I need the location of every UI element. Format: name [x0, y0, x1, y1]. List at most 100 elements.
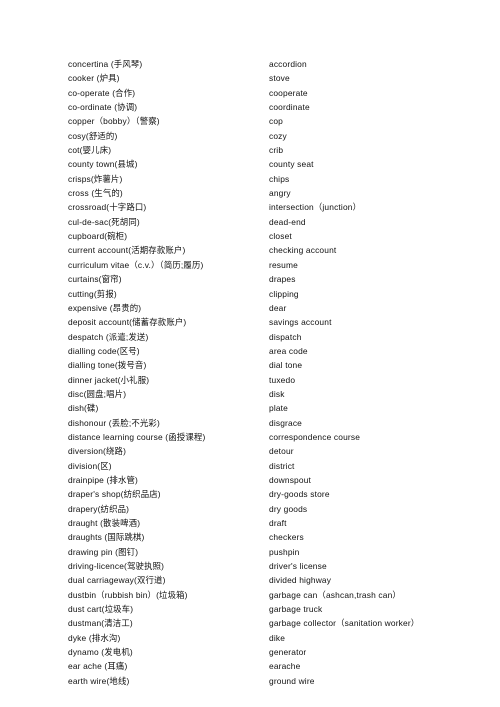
table-row: dinner jacket(小礼服) tuxedo: [68, 373, 489, 387]
table-row: dustman(清洁工) garbage collector（sanitation…: [68, 616, 489, 630]
british-term-cell: current account(活期存款账户): [68, 245, 186, 256]
table-row: cul-de-sac(死胡同) dead-end: [68, 215, 489, 229]
table-row: curriculum vitae（c.v.）（简历;履历) resume: [68, 258, 489, 272]
british-term-cell: dialling tone(拨号音): [68, 360, 147, 371]
table-row: expensive (昂贵的) dear: [68, 301, 489, 315]
table-row: dual carriageway(双行道) divided highway: [68, 573, 489, 587]
american-term-cell: garbage truck: [269, 604, 323, 615]
american-term-cell: angry: [269, 188, 291, 199]
american-term-cell: checking account: [269, 245, 337, 256]
table-row: dynamo (发电机) generator: [68, 645, 489, 659]
table-row: dustbin（rubbish bin）(垃圾箱) garbage can（ash…: [68, 588, 489, 602]
table-row: draughts (国际跳棋) checkers: [68, 530, 489, 544]
british-term-cell: dynamo (发电机): [68, 647, 133, 658]
british-term-cell: draper's shop(纺织品店): [68, 489, 161, 500]
british-term-cell: dust cart(垃圾车): [68, 604, 134, 615]
british-term-cell: cutting(剪报): [68, 288, 117, 299]
table-row: county town(县城) county seat: [68, 157, 489, 171]
british-term-cell: drapery(纺织品): [68, 503, 130, 514]
american-term-cell: checkers: [269, 532, 304, 543]
american-term-cell: coordinate: [269, 102, 310, 113]
table-row: diversion(绕路) detour: [68, 444, 489, 458]
british-term-cell: crossroad(十字路口): [68, 202, 147, 213]
american-term-cell: draft: [269, 518, 287, 528]
table-row: dish(碟) plate: [68, 401, 489, 415]
british-term-cell: cul-de-sac(死胡同): [68, 216, 140, 227]
american-term-cell: area code: [269, 345, 308, 356]
table-row: curtains(窗帘) drapes: [68, 272, 489, 286]
american-term-cell: dry-goods store: [269, 489, 330, 500]
american-term-cell: savings account: [269, 317, 332, 328]
american-term-cell: generator: [269, 647, 307, 658]
british-term-cell: dustman(清洁工): [68, 618, 133, 629]
american-term-cell: resume: [269, 259, 298, 270]
american-term-cell: dead-end: [269, 216, 306, 227]
american-term-cell: dial tone: [269, 360, 303, 371]
american-term-cell: dear: [269, 302, 287, 313]
american-term-cell: tuxedo: [269, 374, 296, 385]
british-term-cell: cot(婴儿床): [68, 145, 112, 156]
table-row: drawing pin (图钉) pushpin: [68, 545, 489, 559]
table-row: earth wire(地线) ground wire: [68, 674, 489, 688]
british-term-cell: expensive (昂贵的): [68, 302, 142, 313]
american-term-cell: drapes: [269, 274, 296, 285]
british-term-cell: draughts (国际跳棋): [68, 532, 145, 543]
american-term-cell: correspondence course: [269, 431, 361, 442]
vocabulary-table: concertina (手风琴) accordion cooker (炉具) stov…: [68, 57, 489, 688]
british-term-cell: diversion(绕路): [68, 446, 127, 457]
american-term-cell: dike: [269, 632, 286, 643]
british-term-cell: crisps(炸薯片): [68, 173, 123, 184]
table-row: division(区) district: [68, 459, 489, 473]
american-term-cell: divided highway: [269, 575, 332, 586]
british-term-cell: draught (散装啤酒): [68, 518, 141, 528]
british-term-cell: co-ordinate (协调): [68, 102, 138, 113]
table-row: despatch (派遣;发送) dispatch: [68, 330, 489, 344]
table-row: dust cart(垃圾车) garbage truck: [68, 602, 489, 616]
table-row: draper's shop(纺织品店) dry-goods store: [68, 487, 489, 501]
british-term-cell: concertina (手风琴): [68, 59, 143, 69]
british-term-cell: dialling code(区号): [68, 345, 140, 356]
table-row: disc(圆盘;唱片) disk: [68, 387, 489, 401]
american-term-cell: crib: [269, 145, 284, 156]
table-row: ear ache (耳痛) earache: [68, 659, 489, 673]
table-row: driving-licence(驾驶执照) driver's license: [68, 559, 489, 573]
british-term-cell: despatch (派遣;发送): [68, 331, 149, 342]
british-term-cell: dishonour (丢脸;不光彩): [68, 417, 160, 428]
document-page: concertina (手风琴) accordion cooker (炉具) stov…: [0, 0, 500, 707]
table-row: dialling tone(拨号音) dial tone: [68, 358, 489, 372]
american-term-cell: earache: [269, 661, 301, 672]
table-row: current account(活期存款账户) checking account: [68, 243, 489, 257]
british-term-cell: county town(县城): [68, 159, 138, 170]
vocabulary-table-body: concertina (手风琴) accordion cooker (炉具) stov…: [68, 57, 489, 688]
table-row: copper（bobby）（警察) cop: [68, 114, 489, 128]
american-term-cell: detour: [269, 446, 294, 457]
table-row: co-ordinate (协调) coordinate: [68, 100, 489, 114]
british-term-cell: dustbin（rubbish bin）(垃圾箱): [68, 589, 188, 600]
british-term-cell: dish(碟): [68, 403, 99, 414]
american-term-cell: county seat: [269, 159, 314, 170]
table-row: dishonour (丢脸;不光彩) disgrace: [68, 416, 489, 430]
american-term-cell: garbage collector（sanitation worker）: [269, 618, 420, 629]
table-row: crisps(炸薯片) chips: [68, 172, 489, 186]
british-term-cell: co-operate (合作): [68, 87, 136, 98]
british-term-cell: cosy(舒适的): [68, 130, 118, 141]
american-term-cell: dry goods: [269, 503, 308, 514]
american-term-cell: closet: [269, 231, 292, 242]
table-row: dialling code(区号) area code: [68, 344, 489, 358]
british-term-cell: cooker (炉具): [68, 73, 120, 84]
british-term-cell: cross (生气的): [68, 188, 123, 199]
british-term-cell: cupboard(碗柜): [68, 231, 128, 242]
american-term-cell: pushpin: [269, 546, 300, 557]
british-term-cell: drainpipe (排水管): [68, 474, 139, 485]
american-term-cell: driver's license: [269, 561, 327, 572]
british-term-cell: driving-licence(驾驶执照): [68, 561, 165, 572]
table-row: drainpipe (排水管) downspout: [68, 473, 489, 487]
american-term-cell: cop: [269, 116, 284, 127]
american-term-cell: chips: [269, 173, 290, 184]
american-term-cell: ground wire: [269, 675, 315, 686]
british-term-cell: curtains(窗帘): [68, 274, 122, 285]
american-term-cell: cooperate: [269, 87, 308, 98]
table-row: drapery(纺织品) dry goods: [68, 502, 489, 516]
british-term-cell: division(区): [68, 460, 112, 471]
british-term-cell: dinner jacket(小礼服): [68, 374, 150, 385]
